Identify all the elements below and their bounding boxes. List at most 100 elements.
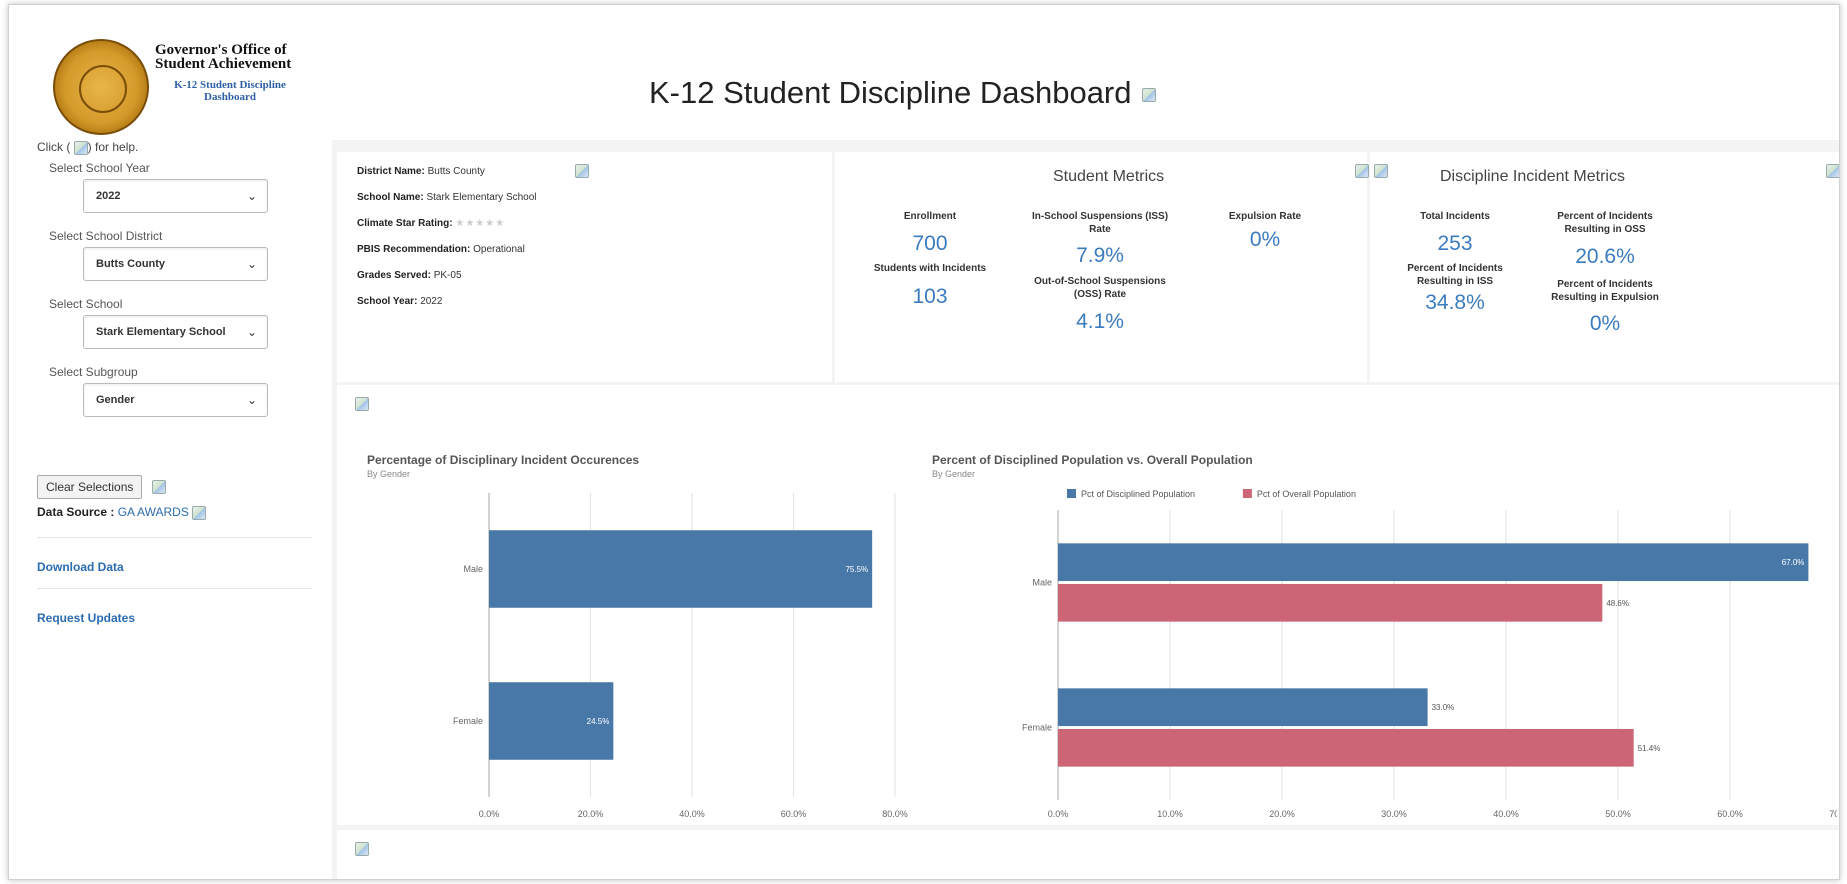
- school-year: School Year: 2022: [357, 296, 443, 307]
- school-year-select[interactable]: 2022 ⌄: [83, 178, 268, 213]
- pbis-recommendation: PBIS Recommendation: Operational: [357, 244, 525, 255]
- download-data-link[interactable]: Download Data: [37, 538, 312, 589]
- data-source-link[interactable]: GA AWARDS: [118, 505, 189, 519]
- expulsion-percent-value: 0%: [1589, 312, 1621, 335]
- iss-percent-label: Percent of Incidents Resulting in ISS: [1407, 263, 1503, 287]
- bottom-panel: [337, 830, 1839, 879]
- chevron-down-icon: ⌄: [246, 392, 257, 407]
- page-title: K-12 Student Discipline Dashboard: [649, 75, 1156, 111]
- school-label: Select School: [49, 296, 123, 311]
- incident-occurrences-chart: 0.0% 20.0% 40.0% 60.0% 80.0% Male 75.5% Female 2…: [453, 493, 908, 819]
- chart1-title: Percentage of Disciplinary Incident Occu…: [367, 453, 640, 467]
- broken-image-icon: [1141, 87, 1156, 102]
- school-name: School Name: Stark Elementary School: [357, 192, 537, 203]
- x-tick-label: 30.0%: [1381, 809, 1407, 819]
- expulsion-rate-label: Expulsion Rate: [1228, 211, 1302, 222]
- school-district-label: Select School District: [49, 228, 163, 243]
- charts-panel: Percentage of Disciplinary Incident Occu…: [337, 385, 1839, 825]
- chevron-down-icon: ⌄: [246, 324, 257, 339]
- school-info-panel: District Name: Butts County School Name:…: [337, 152, 832, 382]
- school-year-value: 2022: [96, 189, 121, 202]
- bar: [1058, 688, 1428, 727]
- x-tick-label: 40.0%: [679, 809, 705, 819]
- population-comparison-chart: Pct of Disciplined Population Pct of Over…: [1022, 489, 1837, 819]
- bar: [1058, 543, 1809, 582]
- sidebar: Click ( ) for help. Select School Year 2…: [37, 140, 322, 639]
- x-tick-label: 20.0%: [1269, 809, 1295, 819]
- x-tick-label: 60.0%: [1717, 809, 1743, 819]
- broken-image-icon: [355, 397, 369, 411]
- broken-image-icon: [1374, 164, 1388, 178]
- oss-percent-label: Percent of Incidents Resulting in OSS: [1557, 211, 1653, 235]
- subgroup-value: Gender: [96, 393, 135, 406]
- help-prefix: Click (: [37, 140, 71, 154]
- students-with-incidents-value: 103: [912, 285, 948, 308]
- oss-rate-label: Out-of-School Suspensions (OSS) Rate: [1034, 276, 1166, 300]
- iss-percent-value: 34.8%: [1425, 291, 1485, 314]
- broken-image-icon: [192, 505, 207, 520]
- data-source-label: Data Source: [37, 504, 108, 519]
- broken-image-icon: [152, 479, 167, 494]
- x-tick-label: 50.0%: [1605, 809, 1631, 819]
- chart2-title: Percent of Disciplined Population vs. Ov…: [932, 453, 1253, 467]
- category-label: Male: [463, 564, 483, 574]
- x-tick-label: 40.0%: [1493, 809, 1519, 819]
- bar: [489, 530, 873, 608]
- x-tick-label: 70.0%: [1829, 809, 1837, 819]
- school-district-select[interactable]: Butts County ⌄: [83, 246, 268, 281]
- bar: [1058, 728, 1634, 767]
- clear-selections-button[interactable]: Clear Selections: [37, 474, 143, 499]
- incident-metrics-title: Discipline Incident Metrics: [1440, 168, 1625, 185]
- school-year-label: Select School Year: [49, 160, 150, 175]
- oss-rate-value: 4.1%: [1076, 310, 1124, 333]
- legend-swatch: [1067, 489, 1076, 498]
- data-label: 75.5%: [845, 565, 868, 574]
- help-suffix: ) for help.: [87, 140, 139, 154]
- category-label: Female: [453, 716, 483, 726]
- help-text: Click ( ) for help.: [37, 140, 322, 155]
- x-tick-label: 0.0%: [1048, 809, 1069, 819]
- expulsion-percent-label: Percent of Incidents Resulting in Expulsi…: [1551, 279, 1659, 303]
- subgroup-select[interactable]: Gender ⌄: [83, 382, 268, 417]
- incident-metrics-panel: Discipline Incident Metrics Total Incide…: [1370, 152, 1839, 382]
- school-value: Stark Elementary School: [96, 325, 226, 338]
- chevron-down-icon: ⌄: [246, 256, 257, 271]
- legend-label: Pct of Overall Population: [1257, 489, 1356, 499]
- school-district-value: Butts County: [96, 257, 166, 270]
- data-label: 48.6%: [1606, 599, 1629, 608]
- org-title: Governor's Office of Student Achievement: [155, 42, 292, 72]
- category-label: Female: [1022, 723, 1052, 733]
- request-updates-link[interactable]: Request Updates: [37, 589, 312, 639]
- page-title-text: K-12 Student Discipline Dashboard: [649, 75, 1132, 110]
- students-with-incidents-label: Students with Incidents: [873, 263, 987, 274]
- broken-image-icon: [1826, 164, 1839, 178]
- org-subtitle: K-12 Student Discipline Dashboard: [174, 79, 286, 103]
- enrollment-label: Enrollment: [903, 211, 957, 222]
- x-tick-label: 20.0%: [578, 809, 604, 819]
- broken-image-icon: [355, 842, 369, 856]
- total-incidents-value: 253: [1437, 232, 1473, 255]
- total-incidents-label: Total Incidents: [1420, 211, 1490, 222]
- x-tick-label: 60.0%: [781, 809, 807, 819]
- broken-image-icon: [575, 164, 589, 178]
- enrollment-value: 700: [912, 232, 948, 255]
- help-icon[interactable]: [73, 140, 88, 155]
- data-source: Data Source : GA AWARDS: [37, 505, 322, 520]
- x-tick-label: 10.0%: [1157, 809, 1183, 819]
- iss-rate-value: 7.9%: [1076, 244, 1124, 267]
- star-rating-icon: ★★★★★: [455, 218, 506, 229]
- x-tick-label: 0.0%: [479, 809, 500, 819]
- school-select[interactable]: Stark Elementary School ⌄: [83, 314, 268, 349]
- expulsion-rate-value: 0%: [1249, 228, 1281, 251]
- data-label: 67.0%: [1782, 558, 1805, 567]
- main-content: District Name: Butts County School Name:…: [332, 140, 1839, 879]
- student-metrics-panel: Student Metrics Enrollment 700 Students …: [835, 152, 1369, 382]
- data-label: 24.5%: [587, 717, 610, 726]
- x-tick-label: 80.0%: [882, 809, 908, 819]
- climate-rating: Climate Star Rating: ★★★★★: [357, 218, 506, 229]
- dashboard-window: Governor's Office of Student Achievement…: [8, 4, 1840, 880]
- oss-percent-value: 20.6%: [1575, 245, 1635, 268]
- broken-image-icon: [1355, 164, 1369, 178]
- subgroup-label: Select Subgroup: [49, 364, 138, 379]
- category-label: Male: [1032, 578, 1052, 588]
